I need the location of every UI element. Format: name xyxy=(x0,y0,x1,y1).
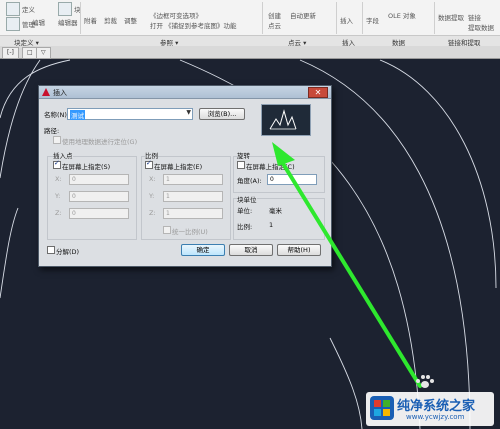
site-name: 纯净系统之家 xyxy=(397,399,476,414)
site-logo: 纯净系统之家 www.ycwjzy.com xyxy=(366,392,494,426)
arrow-shaft xyxy=(280,160,422,388)
annotation-arrow xyxy=(272,142,422,388)
windows-logo-icon xyxy=(370,396,394,420)
site-url: www.ycwjzy.com xyxy=(406,413,465,421)
paw-watermark-icon xyxy=(416,375,434,389)
arrow-head-icon xyxy=(272,142,295,166)
